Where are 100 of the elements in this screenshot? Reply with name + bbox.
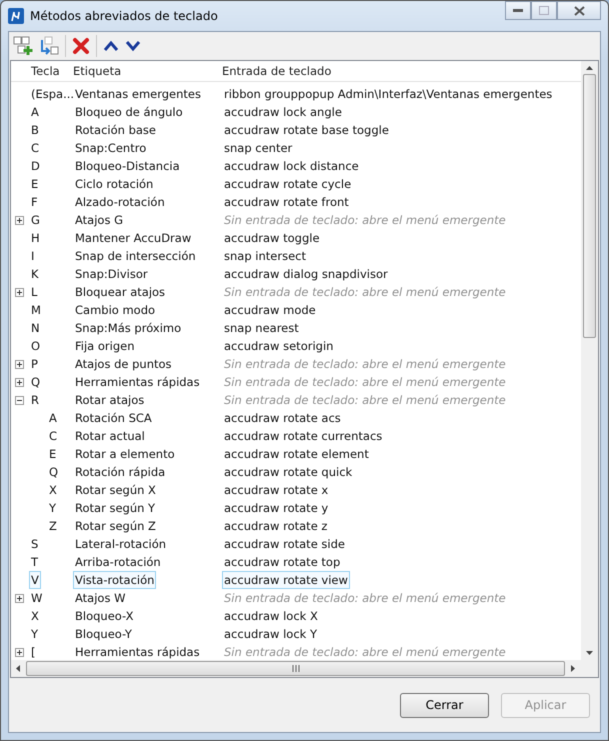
command-cell[interactable]: snap nearest: [222, 319, 301, 337]
label-cell[interactable]: Bloqueo-Distancia: [73, 157, 182, 175]
key-cell[interactable]: S: [29, 535, 40, 553]
command-cell[interactable]: ribbon grouppopup Admin\Interfaz\Ventanas emergentes: [222, 85, 554, 103]
label-cell[interactable]: Vista-rotación: [73, 571, 156, 589]
vertical-scrollbar[interactable]: [581, 61, 598, 660]
key-cell[interactable]: O: [29, 337, 42, 355]
scroll-thumb[interactable]: [583, 74, 596, 338]
key-cell[interactable]: Q: [29, 373, 42, 391]
command-cell[interactable]: accudraw rotate top: [222, 553, 342, 571]
key-cell[interactable]: D: [29, 157, 42, 175]
command-cell[interactable]: accudraw toggle: [222, 229, 322, 247]
command-cell[interactable]: accudraw setorigin: [222, 337, 336, 355]
key-cell[interactable]: A: [29, 103, 41, 121]
label-cell[interactable]: Mantener AccuDraw: [73, 229, 194, 247]
key-cell[interactable]: Z: [47, 517, 59, 535]
label-cell[interactable]: Alzado-rotación: [73, 193, 167, 211]
key-cell[interactable]: F: [29, 193, 40, 211]
close-button[interactable]: [557, 1, 601, 20]
command-cell[interactable]: snap center: [222, 139, 294, 157]
key-cell[interactable]: K: [29, 265, 41, 283]
label-cell[interactable]: Bloqueo de ángulo: [73, 103, 185, 121]
command-cell[interactable]: accudraw rotate acs: [222, 409, 343, 427]
key-cell[interactable]: N: [29, 319, 42, 337]
command-cell[interactable]: accudraw rotate side: [222, 535, 347, 553]
key-cell[interactable]: W: [29, 589, 44, 607]
command-cell[interactable]: accudraw rotate z: [222, 517, 330, 535]
key-cell[interactable]: Y: [47, 499, 58, 517]
column-header[interactable]: Etiqueta: [73, 64, 222, 78]
label-cell[interactable]: Atajos W: [73, 589, 128, 607]
command-cell[interactable]: accudraw lock distance: [222, 157, 361, 175]
label-cell[interactable]: Rotar actual: [73, 427, 147, 445]
label-cell[interactable]: Atajos de puntos: [73, 355, 174, 373]
label-cell[interactable]: Rotar a elemento: [73, 445, 177, 463]
key-cell[interactable]: P: [29, 355, 40, 373]
key-cell[interactable]: C: [29, 139, 42, 157]
command-cell[interactable]: accudraw rotate front: [222, 193, 351, 211]
key-cell[interactable]: V: [29, 571, 41, 589]
column-header[interactable]: Tecla: [25, 64, 73, 78]
expand-icon[interactable]: [15, 594, 24, 602]
key-cell[interactable]: A: [47, 409, 59, 427]
key-cell[interactable]: C: [47, 427, 60, 445]
label-cell[interactable]: Atajos G: [73, 211, 126, 229]
collapse-icon[interactable]: [15, 396, 24, 404]
label-cell[interactable]: Bloqueo-Y: [73, 625, 134, 643]
command-cell[interactable]: accudraw lock X: [222, 607, 320, 625]
label-cell[interactable]: Lateral-rotación: [73, 535, 168, 553]
expand-icon[interactable]: [15, 648, 24, 656]
key-cell[interactable]: X: [29, 607, 41, 625]
label-cell[interactable]: Snap:Divisor: [73, 265, 150, 283]
command-cell[interactable]: accudraw rotate x: [222, 481, 330, 499]
label-cell[interactable]: Herramientas rápidas: [73, 373, 202, 391]
label-cell[interactable]: Bloqueo-X: [73, 607, 136, 625]
move-up-button[interactable]: [101, 38, 121, 54]
command-cell[interactable]: accudraw lock angle: [222, 103, 344, 121]
dialog-button[interactable]: Cerrar: [400, 692, 489, 718]
delete-button[interactable]: [70, 35, 92, 57]
add-shortcut-button[interactable]: [11, 34, 35, 58]
label-cell[interactable]: Rotación SCA: [73, 409, 154, 427]
move-down-button[interactable]: [123, 38, 143, 54]
minimize-button[interactable]: [505, 1, 531, 20]
column-header[interactable]: Entrada de teclado: [222, 64, 581, 78]
label-cell[interactable]: Snap:Más próximo: [73, 319, 184, 337]
key-cell[interactable]: M: [29, 301, 43, 319]
command-cell[interactable]: snap intersect: [222, 247, 308, 265]
key-cell[interactable]: B: [29, 121, 41, 139]
key-cell[interactable]: X: [47, 481, 59, 499]
label-cell[interactable]: Rotar según Z: [73, 517, 158, 535]
key-cell[interactable]: Q: [47, 463, 60, 481]
key-cell[interactable]: L: [29, 283, 40, 301]
label-cell[interactable]: Snap de intersección: [73, 247, 198, 265]
command-cell[interactable]: accudraw rotate quick: [222, 463, 354, 481]
scroll-thumb[interactable]: [26, 661, 565, 676]
label-cell[interactable]: Cambio modo: [73, 301, 158, 319]
expand-icon[interactable]: [15, 360, 24, 368]
label-cell[interactable]: Snap:Centro: [73, 139, 148, 157]
label-cell[interactable]: Rotación rápida: [73, 463, 168, 481]
key-cell[interactable]: [: [29, 643, 38, 660]
expand-icon[interactable]: [15, 378, 24, 386]
command-cell[interactable]: accudraw rotate view: [222, 571, 350, 589]
key-cell[interactable]: H: [29, 229, 42, 247]
key-cell[interactable]: R: [29, 391, 41, 409]
expand-icon[interactable]: [15, 216, 24, 224]
label-cell[interactable]: Ciclo rotación: [73, 175, 156, 193]
command-cell[interactable]: accudraw rotate base toggle: [222, 121, 391, 139]
command-cell[interactable]: accudraw lock Y: [222, 625, 320, 643]
command-cell[interactable]: accudraw dialog snapdivisor: [222, 265, 390, 283]
label-cell[interactable]: Rotar según X: [73, 481, 158, 499]
expand-icon[interactable]: [15, 288, 24, 296]
key-cell[interactable]: Y: [29, 625, 40, 643]
key-cell[interactable]: G: [29, 211, 42, 229]
key-cell[interactable]: E: [29, 175, 40, 193]
label-cell[interactable]: Rotar atajos: [73, 391, 146, 409]
key-cell[interactable]: I: [29, 247, 36, 265]
label-cell[interactable]: Herramientas rápidas: [73, 643, 202, 660]
label-cell[interactable]: Fija origen: [73, 337, 136, 355]
command-cell[interactable]: accudraw rotate y: [222, 499, 330, 517]
label-cell[interactable]: Arriba-rotación: [73, 553, 163, 571]
command-cell[interactable]: accudraw mode: [222, 301, 318, 319]
command-cell[interactable]: accudraw rotate currentacs: [222, 427, 384, 445]
